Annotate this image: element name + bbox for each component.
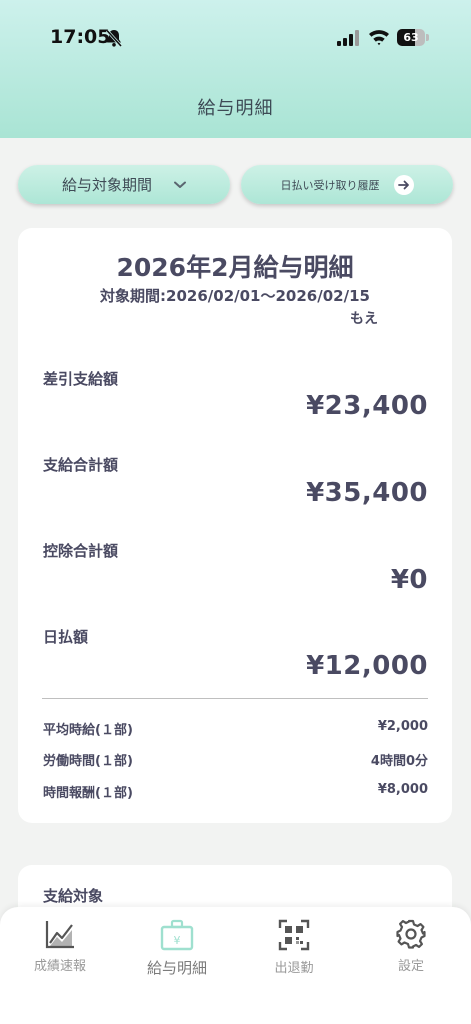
tab-performance-label: 成績速報: [33, 959, 86, 974]
tab-attendance-label: 出退勤: [274, 961, 314, 976]
gross-pay-value: ¥35,400: [306, 478, 428, 508]
gear-icon: [396, 919, 426, 949]
employee-name: もえ: [350, 311, 378, 327]
payslip-card: 2026年2月給与明細 対象期間:2026/02/01〜2026/02/15 も…: [18, 228, 452, 823]
battery-body: 63: [397, 29, 425, 46]
payslip-title: 2026年2月給与明細: [116, 253, 354, 282]
chart-icon: [45, 921, 74, 949]
tab-performance[interactable]: 成績速報: [10, 919, 110, 983]
payslip-period: 対象期間:2026/02/01〜2026/02/15: [100, 287, 370, 305]
battery-tip: [426, 34, 429, 41]
hourly-reward-value: ¥8,000: [377, 782, 428, 797]
deductions-value: ¥0: [390, 565, 428, 595]
cellular-signal-icon: [337, 30, 359, 46]
pay-period-label: 給与対象期間: [61, 176, 152, 194]
bell-muted-icon: [105, 29, 123, 48]
arrow-right-icon: [393, 174, 414, 195]
bottom-tab-bar: 成績速報 ¥ 給与明細 出退勤 設定: [0, 907, 471, 1024]
battery-indicator: 63: [397, 29, 429, 46]
app-header: 17:05 63 給与明細: [0, 0, 471, 138]
net-pay-label: 差引支給額: [43, 370, 119, 388]
daily-pay-history-label: 日払い受け取り履歴: [280, 178, 380, 192]
battery-percent: 63: [403, 31, 419, 44]
status-time: 17:05: [50, 26, 111, 48]
avg-hourly-wage-value: ¥2,000: [377, 719, 428, 734]
work-hours-label: 労働時間(１部): [43, 754, 133, 769]
daily-pay-history-button[interactable]: 日払い受け取り履歴: [241, 165, 453, 204]
page-title: 給与明細: [197, 98, 274, 119]
hourly-reward-label: 時間報酬(１部): [43, 786, 133, 801]
payslip-icon: ¥: [160, 919, 194, 951]
deductions-label: 控除合計額: [43, 542, 119, 560]
work-hours-value: 4時間0分: [370, 754, 428, 769]
pay-period-dropdown[interactable]: 給与対象期間: [18, 165, 230, 204]
divider: [42, 698, 428, 699]
gross-pay-label: 支給合計額: [43, 456, 119, 474]
wifi-icon: [369, 30, 389, 46]
avg-hourly-wage-label: 平均時給(１部): [43, 723, 133, 738]
status-bar: 17:05 63: [0, 22, 471, 56]
tab-attendance[interactable]: 出退勤: [244, 919, 344, 983]
qr-code-icon: [278, 919, 310, 951]
payment-target-title: 支給対象: [43, 887, 104, 905]
net-pay-value: ¥23,400: [306, 391, 428, 421]
tab-payslip-label: 給与明細: [146, 959, 207, 977]
svg-text:¥: ¥: [174, 934, 181, 947]
daily-pay-value: ¥12,000: [306, 651, 428, 681]
tab-settings[interactable]: 設定: [361, 919, 461, 983]
daily-pay-label: 日払額: [43, 628, 89, 646]
tab-settings-label: 設定: [397, 959, 424, 974]
tab-payslip[interactable]: ¥ 給与明細: [127, 919, 227, 983]
chevron-down-icon: [174, 181, 186, 188]
